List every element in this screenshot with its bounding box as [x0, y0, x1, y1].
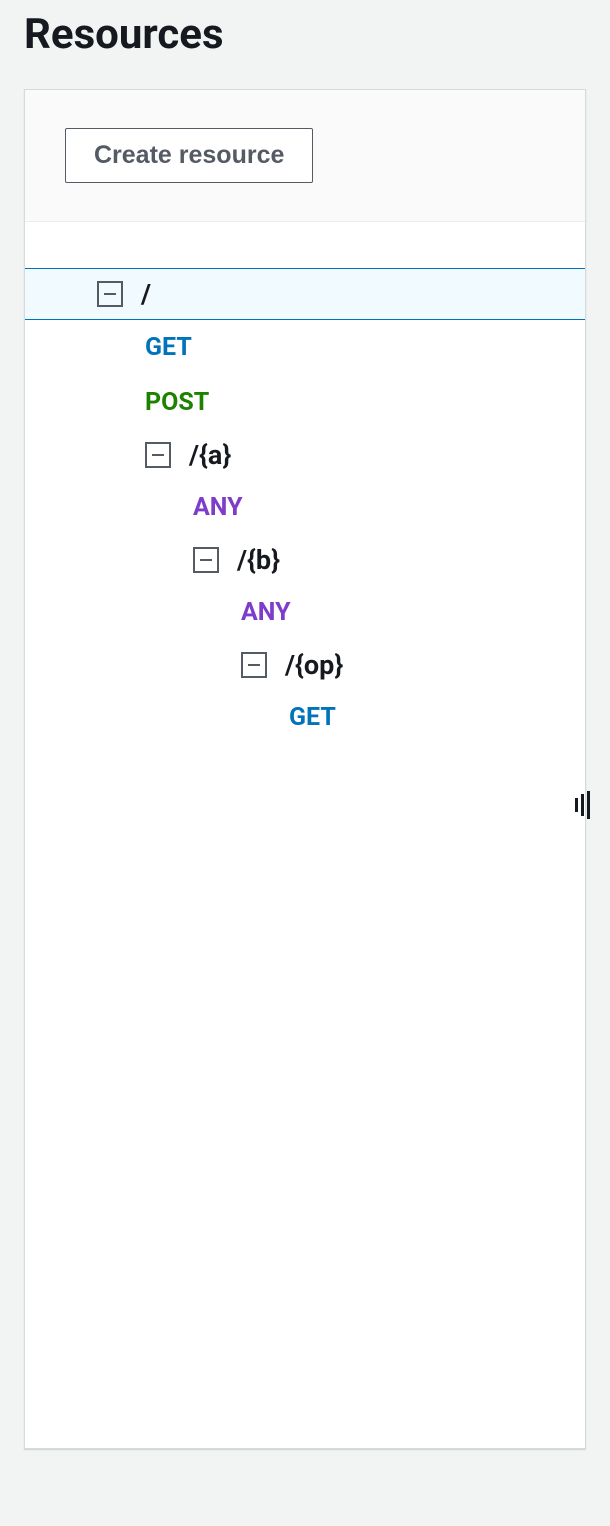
resource-b[interactable]: /{b} — [25, 535, 585, 585]
resource-a[interactable]: /{a} — [25, 430, 585, 480]
resource-label: / — [141, 278, 151, 310]
page-title: Resources — [0, 0, 610, 89]
create-resource-button[interactable]: Create resource — [65, 128, 313, 183]
resource-label: /{a} — [189, 439, 231, 471]
resource-tree: / GET POST /{a} ANY /{b} ANY /{op} GET — [25, 268, 585, 745]
tree-gap — [25, 222, 585, 268]
method-any[interactable]: ANY — [25, 480, 585, 535]
collapse-icon[interactable] — [97, 281, 123, 307]
resource-label: /{b} — [237, 544, 280, 576]
method-get[interactable]: GET — [25, 690, 585, 745]
resource-label: /{op} — [285, 649, 343, 681]
resources-panel: Create resource / GET POST /{a} ANY /{b}… — [24, 89, 586, 1449]
collapse-icon[interactable] — [193, 547, 219, 573]
resource-op[interactable]: /{op} — [25, 640, 585, 690]
method-any[interactable]: ANY — [25, 585, 585, 640]
collapse-icon[interactable] — [241, 652, 267, 678]
resize-handle-icon[interactable] — [573, 790, 591, 820]
panel-header: Create resource — [25, 90, 585, 222]
method-get[interactable]: GET — [25, 320, 585, 375]
method-post[interactable]: POST — [25, 375, 585, 430]
collapse-icon[interactable] — [145, 442, 171, 468]
resource-root[interactable]: / — [25, 268, 585, 320]
